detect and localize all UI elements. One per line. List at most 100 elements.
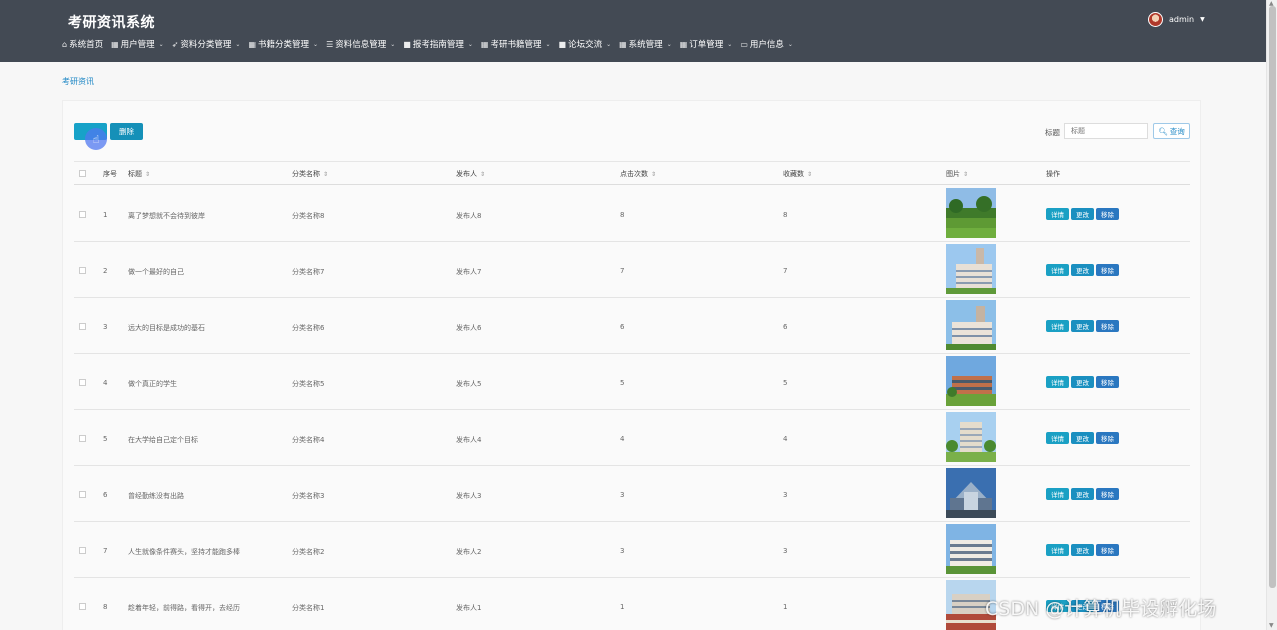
nav-item[interactable]: ■ 报考指南管理 ⌄ — [403, 38, 473, 51]
cell-publisher: 发布人1 — [456, 604, 482, 612]
edit-button[interactable]: 更改 — [1071, 432, 1094, 444]
nav-item-label: 论坛交流 — [568, 40, 603, 50]
edit-button[interactable]: 更改 — [1071, 376, 1094, 388]
nav-item[interactable]: ▦ 书籍分类管理 ⌄ — [248, 38, 318, 51]
list-panel: 删除 ☝ 标题 🔍︎ 查询 序号 标题⇕ 分类名称⇕ 发布人⇕ 点击次数⇕ 收藏… — [62, 100, 1201, 630]
cell-clicks: 1 — [620, 603, 625, 611]
row-checkbox[interactable] — [79, 603, 86, 610]
page-scrollbar[interactable]: ▲ ▼ — [1266, 0, 1277, 630]
table-header: 序号 标题 ⇕ 分类名称 ⇕ 发布人 ⇕ 点击次数 ⇕ 收藏数 ⇕ 图片 ⇕ 操作 — [74, 161, 1190, 185]
nav-item-label: 系统管理 — [628, 40, 663, 50]
nav-item-label: 订单管理 — [689, 40, 724, 50]
nav-item[interactable]: ▦ 用户管理 ⌄ — [111, 38, 164, 51]
remove-button[interactable]: 移除 — [1096, 208, 1119, 220]
detail-button[interactable]: 详情 — [1046, 432, 1069, 444]
cell-clicks: 4 — [620, 435, 625, 443]
edit-button[interactable]: 更改 — [1071, 488, 1094, 500]
caret-down-icon: ▼ — [1200, 16, 1205, 23]
row-checkbox[interactable] — [79, 435, 86, 442]
row-checkbox[interactable] — [79, 267, 86, 274]
nav-item[interactable]: ➶ 资料分类管理 ⌄ — [171, 38, 241, 51]
row-checkbox[interactable] — [79, 323, 86, 330]
select-all-checkbox[interactable] — [79, 170, 86, 177]
row-actions: 详情 更改 移除 — [1046, 376, 1119, 388]
cell-category: 分类名称1 — [292, 604, 325, 612]
row-thumbnail[interactable] — [946, 188, 996, 238]
cell-publisher: 发布人3 — [456, 492, 482, 500]
nav-item[interactable]: ▦ 订单管理 ⌄ — [679, 38, 733, 51]
row-thumbnail[interactable] — [946, 300, 996, 350]
nav-item[interactable]: ▭ 用户信息 ⌄ — [740, 38, 793, 51]
nav-item[interactable]: ▦ 考研书籍管理 ⌄ — [481, 38, 551, 51]
detail-button[interactable]: 详情 — [1046, 320, 1069, 332]
watermark: CSDN @计算机毕设孵化场 — [985, 598, 1217, 620]
sort-icon: ⇕ — [145, 171, 151, 178]
sort-icon: ⇕ — [807, 171, 813, 178]
book-icon: ■ — [403, 39, 411, 49]
edit-button[interactable]: 更改 — [1071, 320, 1094, 332]
grid-icon: ▦ — [679, 39, 688, 49]
row-actions: 详情 更改 移除 — [1046, 544, 1119, 556]
header-favorites[interactable]: 收藏数 ⇕ — [783, 169, 812, 179]
nav-item[interactable]: ⌂ 系统首页 — [62, 38, 103, 51]
row-checkbox[interactable] — [79, 547, 86, 554]
remove-button[interactable]: 移除 — [1096, 544, 1119, 556]
row-thumbnail[interactable] — [946, 356, 996, 406]
search-input[interactable] — [1064, 123, 1148, 139]
content-area: 考研资讯 删除 ☝ 标题 🔍︎ 查询 序号 标题⇕ 分类名称⇕ 发布人⇕ 点击次… — [0, 62, 1266, 630]
nav-item-label: 报考指南管理 — [412, 40, 464, 50]
sort-icon: ⇕ — [323, 171, 329, 178]
cell-title: 曾经勤练没有出路 — [128, 492, 184, 500]
send-icon: ➶ — [171, 39, 179, 49]
header-category[interactable]: 分类名称 ⇕ — [292, 169, 328, 179]
nav-item[interactable]: ☰ 资料信息管理 ⌄ — [326, 38, 395, 51]
nav-item[interactable]: ■ 论坛交流 ⌄ — [559, 38, 612, 51]
cell-favorites: 7 — [783, 267, 788, 275]
nav-item-label: 用户管理 — [120, 40, 155, 50]
remove-button[interactable]: 移除 — [1096, 488, 1119, 500]
cell-title: 趁着年轻，前得路，看得开，去经历 — [128, 604, 240, 612]
row-checkbox[interactable] — [79, 211, 86, 218]
row-thumbnail[interactable] — [946, 468, 996, 518]
chevron-down-icon: ⌄ — [787, 40, 793, 48]
detail-button[interactable]: 详情 — [1046, 488, 1069, 500]
cell-clicks: 3 — [620, 547, 625, 555]
row-thumbnail[interactable] — [946, 412, 996, 462]
edit-button[interactable]: 更改 — [1071, 264, 1094, 276]
scrollbar-thumb[interactable] — [1269, 6, 1276, 588]
breadcrumb[interactable]: 考研资讯 — [62, 76, 94, 87]
nav-item-label: 考研书籍管理 — [490, 40, 542, 50]
delete-button[interactable]: 删除 — [110, 123, 143, 140]
remove-button[interactable]: 移除 — [1096, 376, 1119, 388]
detail-button[interactable]: 详情 — [1046, 376, 1069, 388]
row-checkbox[interactable] — [79, 491, 86, 498]
nav-item[interactable]: ▦ 系统管理 ⌄ — [619, 38, 672, 51]
edit-button[interactable]: 更改 — [1071, 544, 1094, 556]
username: admin — [1169, 15, 1195, 24]
header-image[interactable]: 图片 ⇕ — [946, 169, 968, 179]
remove-button[interactable]: 移除 — [1096, 320, 1119, 332]
row-thumbnail[interactable] — [946, 244, 996, 294]
cell-favorites: 4 — [783, 435, 788, 443]
sort-icon: ⇕ — [480, 171, 486, 178]
row-actions: 详情 更改 移除 — [1046, 264, 1119, 276]
search-button[interactable]: 🔍︎ 查询 — [1153, 123, 1190, 139]
remove-button[interactable]: 移除 — [1096, 432, 1119, 444]
cell-favorites: 3 — [783, 547, 788, 555]
edit-button[interactable]: 更改 — [1071, 208, 1094, 220]
row-thumbnail[interactable] — [946, 524, 996, 574]
row-checkbox[interactable] — [79, 379, 86, 386]
scroll-down-icon[interactable]: ▼ — [1269, 622, 1274, 629]
detail-button[interactable]: 详情 — [1046, 544, 1069, 556]
remove-button[interactable]: 移除 — [1096, 264, 1119, 276]
header-publisher[interactable]: 发布人 ⇕ — [456, 169, 485, 179]
detail-button[interactable]: 详情 — [1046, 264, 1069, 276]
detail-button[interactable]: 详情 — [1046, 208, 1069, 220]
table-row: 7 人生就像条件赛头，坚持才能跑多棒 分类名称2 发布人2 3 3 详情 更改 移除 — [74, 522, 1190, 578]
header-clicks[interactable]: 点击次数 ⇕ — [620, 169, 656, 179]
list-icon: ☰ — [326, 39, 334, 49]
header-title-label: 标题 — [128, 170, 142, 178]
user-menu[interactable]: admin ▼ — [1148, 12, 1205, 27]
header-title[interactable]: 标题 ⇕ — [128, 169, 150, 179]
chevron-down-icon: ⌄ — [666, 40, 672, 48]
